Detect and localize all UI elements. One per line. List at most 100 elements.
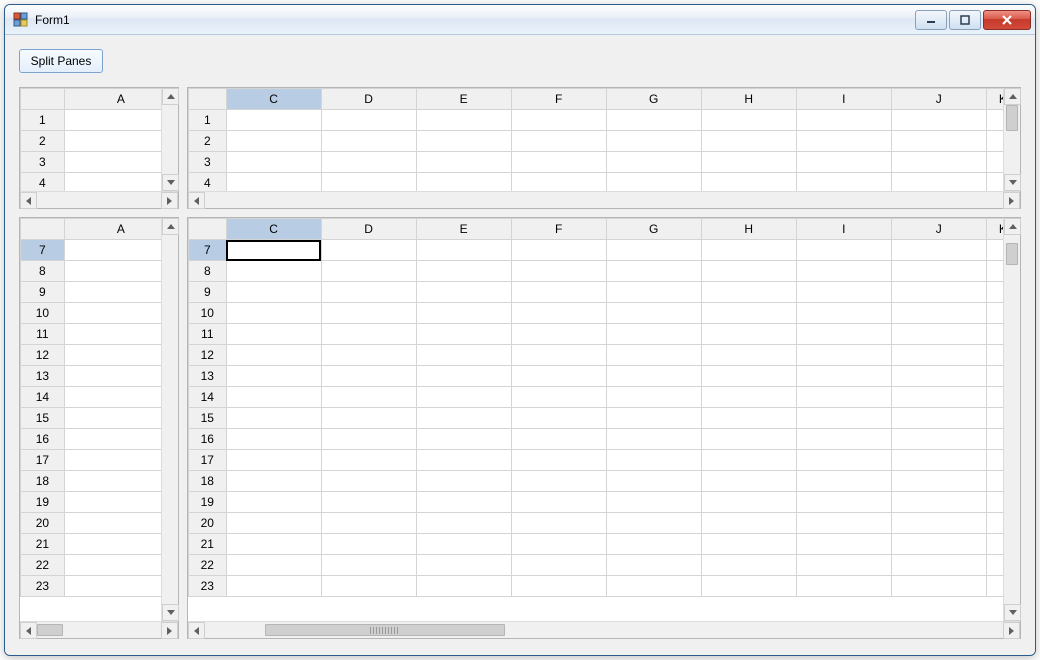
cell-H9[interactable]	[701, 282, 796, 303]
cell-G16[interactable]	[606, 429, 701, 450]
cell-G17[interactable]	[606, 450, 701, 471]
cell-G11[interactable]	[606, 324, 701, 345]
cell-I18[interactable]	[796, 471, 891, 492]
scroll-right-button[interactable]	[1003, 622, 1020, 639]
cell-F22[interactable]	[511, 555, 606, 576]
cell-D15[interactable]	[321, 408, 416, 429]
cell-E13[interactable]	[416, 366, 511, 387]
scroll-track[interactable]	[37, 622, 161, 638]
row-header-17[interactable]: 17	[21, 450, 65, 471]
cell-E9[interactable]	[416, 282, 511, 303]
scroll-track[interactable]	[162, 105, 178, 174]
scroll-left-button[interactable]	[20, 622, 37, 639]
row-header-15[interactable]: 15	[189, 408, 227, 429]
scroll-down-button[interactable]	[1004, 174, 1020, 191]
row-header-4[interactable]: 4	[21, 173, 65, 192]
cell-C1[interactable]	[226, 110, 321, 131]
cell-F14[interactable]	[511, 387, 606, 408]
cell-D22[interactable]	[321, 555, 416, 576]
cell-G4[interactable]	[606, 173, 701, 192]
cell-G18[interactable]	[606, 471, 701, 492]
cell-J7[interactable]	[891, 240, 986, 261]
row-header-9[interactable]: 9	[21, 282, 65, 303]
cell-C8[interactable]	[226, 261, 321, 282]
cell-H2[interactable]	[701, 131, 796, 152]
scroll-track[interactable]	[205, 622, 1003, 638]
cell-D18[interactable]	[321, 471, 416, 492]
cell-H1[interactable]	[701, 110, 796, 131]
cell-F8[interactable]	[511, 261, 606, 282]
select-all-corner[interactable]	[21, 219, 65, 240]
grid-top-right[interactable]: CDEFGHIJK1234	[188, 88, 1020, 191]
scroll-up-button[interactable]	[1004, 88, 1020, 105]
row-header-16[interactable]: 16	[189, 429, 227, 450]
grid-top-left[interactable]: A1234	[20, 88, 178, 191]
cell-C22[interactable]	[226, 555, 321, 576]
cell-H10[interactable]	[701, 303, 796, 324]
scroll-track[interactable]	[1004, 235, 1020, 604]
row-header-4[interactable]: 4	[189, 173, 227, 192]
row-header-8[interactable]: 8	[189, 261, 227, 282]
cell-G9[interactable]	[606, 282, 701, 303]
cell-I11[interactable]	[796, 324, 891, 345]
cell-C23[interactable]	[226, 576, 321, 597]
row-header-14[interactable]: 14	[21, 387, 65, 408]
cell-H23[interactable]	[701, 576, 796, 597]
cell-H20[interactable]	[701, 513, 796, 534]
cell-D10[interactable]	[321, 303, 416, 324]
row-header-23[interactable]: 23	[21, 576, 65, 597]
cell-J19[interactable]	[891, 492, 986, 513]
vscrollbar-tl[interactable]	[161, 88, 178, 191]
cell-G22[interactable]	[606, 555, 701, 576]
row-header-12[interactable]: 12	[21, 345, 65, 366]
titlebar[interactable]: Form1	[5, 5, 1035, 35]
cell-C4[interactable]	[226, 173, 321, 192]
cell-E10[interactable]	[416, 303, 511, 324]
scroll-thumb[interactable]	[37, 624, 63, 636]
row-header-18[interactable]: 18	[189, 471, 227, 492]
row-header-19[interactable]: 19	[21, 492, 65, 513]
cell-E20[interactable]	[416, 513, 511, 534]
cell-J14[interactable]	[891, 387, 986, 408]
row-header-3[interactable]: 3	[21, 152, 65, 173]
col-header-C[interactable]: C	[226, 219, 321, 240]
cell-H12[interactable]	[701, 345, 796, 366]
row-header-1[interactable]: 1	[21, 110, 65, 131]
cell-J12[interactable]	[891, 345, 986, 366]
col-header-J[interactable]: J	[891, 89, 986, 110]
cell-J8[interactable]	[891, 261, 986, 282]
cell-H3[interactable]	[701, 152, 796, 173]
cell-E2[interactable]	[416, 131, 511, 152]
cell-F19[interactable]	[511, 492, 606, 513]
col-header-F[interactable]: F	[511, 219, 606, 240]
cell-F4[interactable]	[511, 173, 606, 192]
cell-I1[interactable]	[796, 110, 891, 131]
cell-H16[interactable]	[701, 429, 796, 450]
scroll-right-button[interactable]	[161, 622, 178, 639]
cell-F23[interactable]	[511, 576, 606, 597]
cell-C19[interactable]	[226, 492, 321, 513]
col-header-H[interactable]: H	[701, 219, 796, 240]
cell-D23[interactable]	[321, 576, 416, 597]
cell-J21[interactable]	[891, 534, 986, 555]
cell-D2[interactable]	[321, 131, 416, 152]
maximize-button[interactable]	[949, 10, 981, 30]
cell-G15[interactable]	[606, 408, 701, 429]
cell-I7[interactable]	[796, 240, 891, 261]
col-header-I[interactable]: I	[796, 219, 891, 240]
scroll-up-button[interactable]	[1004, 218, 1020, 235]
cell-C3[interactable]	[226, 152, 321, 173]
col-header-G[interactable]: G	[606, 219, 701, 240]
scroll-down-button[interactable]	[162, 174, 178, 191]
cell-J10[interactable]	[891, 303, 986, 324]
scroll-track[interactable]	[162, 235, 178, 604]
cell-E17[interactable]	[416, 450, 511, 471]
cell-C17[interactable]	[226, 450, 321, 471]
cell-C9[interactable]	[226, 282, 321, 303]
grid-bottom-left[interactable]: A7891011121314151617181920212223	[20, 218, 178, 597]
cell-E4[interactable]	[416, 173, 511, 192]
cell-H4[interactable]	[701, 173, 796, 192]
cell-D19[interactable]	[321, 492, 416, 513]
cell-H17[interactable]	[701, 450, 796, 471]
scroll-up-button[interactable]	[162, 88, 178, 105]
